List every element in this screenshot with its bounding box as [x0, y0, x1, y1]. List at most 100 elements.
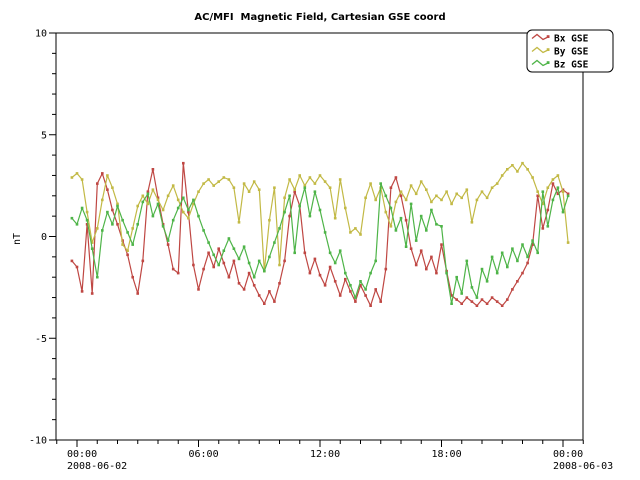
data-point-marker: [111, 186, 114, 189]
data-point-marker: [567, 195, 570, 198]
data-point-marker: [496, 182, 499, 185]
data-point-marker: [491, 256, 494, 259]
data-point-marker: [460, 302, 463, 305]
data-point-marker: [228, 276, 231, 279]
data-point-marker: [314, 190, 317, 193]
y-axis-ticks: -10-50510: [29, 29, 56, 447]
data-point-marker: [304, 252, 307, 255]
data-point-marker: [491, 296, 494, 299]
data-point-marker: [400, 195, 403, 198]
data-point-marker: [390, 225, 393, 228]
data-point-marker: [207, 178, 210, 181]
data-point-marker: [116, 223, 119, 226]
data-point-marker: [385, 268, 388, 271]
data-point-marker: [314, 182, 317, 185]
data-point-marker: [152, 168, 155, 171]
data-point-marker: [425, 229, 428, 232]
data-point-marker: [243, 245, 246, 248]
data-point-marker: [395, 176, 398, 179]
data-point-marker: [435, 195, 438, 198]
data-point-marker: [96, 276, 99, 279]
data-point-marker: [273, 241, 276, 244]
x-tick-label: 18:00: [432, 449, 462, 460]
data-point-marker: [167, 243, 170, 246]
data-point-marker: [142, 260, 145, 263]
data-point-marker: [136, 223, 139, 226]
data-point-marker: [445, 272, 448, 275]
data-point-marker: [111, 223, 114, 226]
legend-label-by-gse: By GSE: [554, 47, 589, 58]
data-point-marker: [359, 280, 362, 283]
data-point-marker: [506, 266, 509, 269]
data-point-marker: [162, 209, 165, 212]
data-point-marker: [319, 209, 322, 212]
magnetic-field-chart: AC/MFI Magnetic Field, Cartesian GSE coo…: [0, 0, 640, 480]
data-point-marker: [410, 184, 413, 187]
data-point-marker: [278, 227, 281, 230]
data-point-marker: [516, 260, 519, 263]
data-point-marker: [460, 197, 463, 200]
data-point-marker: [288, 195, 291, 198]
data-point-marker: [450, 203, 453, 206]
data-point-marker: [197, 215, 200, 218]
plot-page: AC/MFI Magnetic Field, Cartesian GSE coo…: [0, 0, 640, 480]
data-point-marker: [258, 260, 261, 263]
data-point-marker: [298, 174, 301, 177]
data-point-marker: [430, 209, 433, 212]
data-point-marker: [329, 186, 332, 189]
data-point-marker: [162, 225, 165, 228]
data-point-marker: [248, 262, 251, 265]
data-point-marker: [101, 229, 104, 232]
data-point-marker: [273, 300, 276, 303]
data-point-marker: [253, 284, 256, 287]
data-point-marker: [197, 288, 200, 291]
data-point-marker: [71, 260, 74, 263]
data-point-marker: [177, 207, 180, 210]
data-point-marker: [516, 170, 519, 173]
data-point-marker: [258, 294, 261, 297]
data-point-marker: [207, 252, 210, 255]
data-point-marker: [415, 264, 418, 267]
data-point-marker: [71, 176, 74, 179]
data-point-marker: [511, 288, 514, 291]
data-point-marker: [157, 203, 160, 206]
data-point-marker: [131, 243, 134, 246]
data-point-marker: [511, 247, 514, 250]
data-point-marker: [516, 280, 519, 283]
data-point-marker: [192, 199, 195, 202]
data-point-marker: [268, 290, 271, 293]
data-point-marker: [521, 162, 524, 165]
data-point-marker: [298, 205, 301, 208]
data-point-marker: [182, 162, 185, 165]
x-tick-label: 00:00: [553, 449, 583, 460]
data-point-marker: [536, 252, 539, 255]
data-point-marker: [293, 252, 296, 255]
data-point-marker: [283, 197, 286, 200]
data-point-marker: [400, 217, 403, 220]
data-point-marker: [405, 199, 408, 202]
data-point-marker: [324, 284, 327, 287]
data-point-marker: [552, 178, 555, 181]
data-point-marker: [187, 209, 190, 212]
data-point-marker: [379, 300, 382, 303]
data-point-marker: [501, 252, 504, 255]
data-point-marker: [126, 249, 129, 252]
data-point-marker: [106, 188, 109, 191]
data-point-marker: [339, 294, 342, 297]
data-point-marker: [238, 258, 241, 261]
data-point-marker: [395, 201, 398, 204]
data-point-marker: [71, 217, 74, 220]
data-point-marker: [223, 249, 226, 252]
data-point-marker: [76, 172, 79, 175]
data-point-marker: [506, 298, 509, 301]
data-point-marker: [278, 282, 281, 285]
data-point-marker: [81, 207, 84, 210]
x-tick-date-label: 2008-06-02: [67, 461, 127, 472]
data-point-marker: [405, 219, 408, 222]
data-point-marker: [283, 260, 286, 263]
data-point-marker: [329, 252, 332, 255]
data-point-marker: [440, 225, 443, 228]
data-point-marker: [501, 174, 504, 177]
data-point-marker: [116, 205, 119, 208]
data-point-marker: [86, 211, 89, 214]
